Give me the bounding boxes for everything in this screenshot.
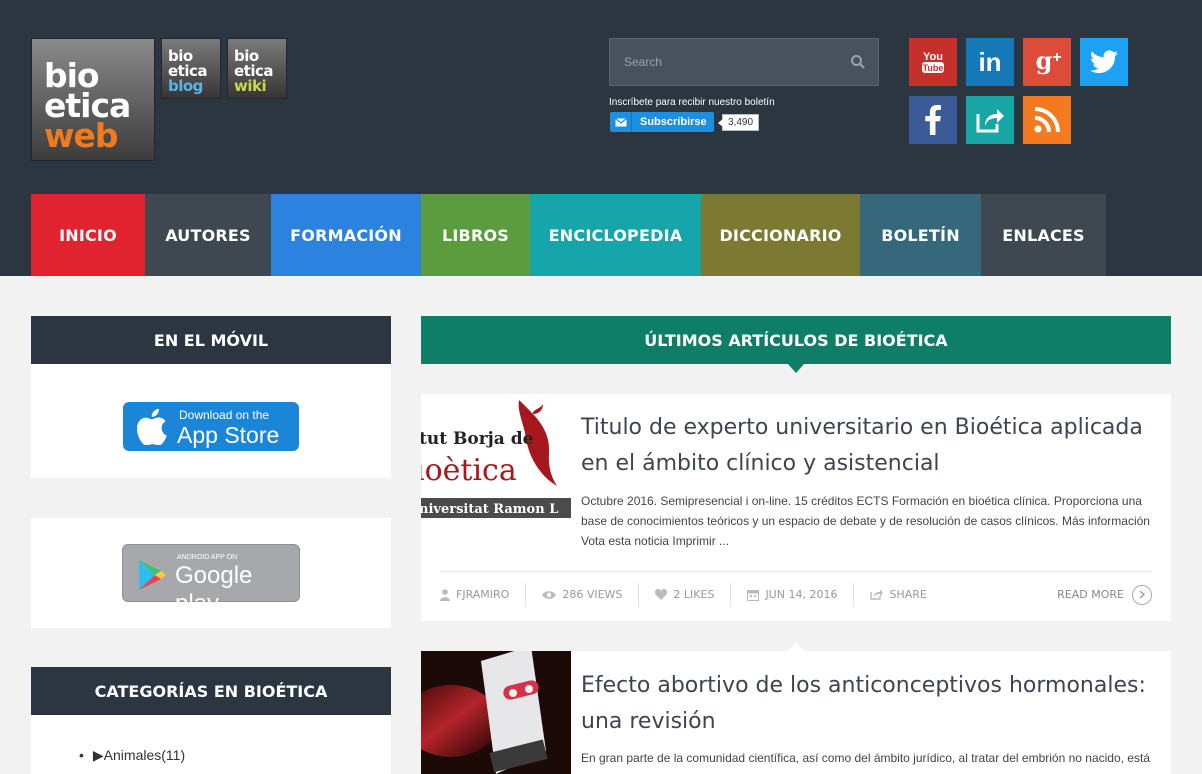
latest-articles-title: ÚLTIMOS ARTÍCULOS DE BIOÉTICA [421, 316, 1171, 373]
date-meta: JUN 14, 2016 [747, 582, 855, 607]
search-icon[interactable] [850, 54, 866, 70]
twitter-icon[interactable] [1080, 38, 1128, 86]
nav-item-inicio[interactable]: INICIO [31, 194, 145, 276]
svg-text:in: in [978, 47, 1001, 77]
categories-widget [31, 715, 391, 774]
views-meta: 286 VIEWS [542, 582, 640, 607]
article-title[interactable]: Efecto abortivo de los anticonceptivos h… [581, 668, 1156, 740]
subscribe-button[interactable]: Subscribirse [610, 112, 714, 132]
nav-item-autores[interactable]: AUTORES [145, 194, 271, 276]
linkedin-icon[interactable]: in [966, 38, 1014, 86]
author-meta[interactable]: FJRAMIRO [440, 582, 527, 607]
google-play-icon [139, 560, 166, 590]
article-thumbnail[interactable] [421, 651, 571, 774]
categories-widget-title: CATEGORÍAS EN BIOÉTICA [31, 667, 391, 724]
svg-text:+: + [1052, 49, 1061, 66]
svg-text:g: g [1036, 47, 1053, 75]
facebook-icon[interactable] [909, 96, 957, 144]
article-meta: FJRAMIRO 286 VIEWS 2 LIKES JUN 14, 2016 … [440, 571, 1152, 617]
nav-item-formacion[interactable]: FORMACIÓN [271, 194, 421, 276]
share-icon[interactable] [966, 96, 1014, 144]
article-title[interactable]: Titulo de experto universitario en Bioét… [581, 410, 1156, 482]
svg-text:niversitat Ramon L: niversitat Ramon L [421, 502, 558, 517]
nav-item-enciclopedia[interactable]: ENCICLOPEDIA [530, 194, 701, 276]
svg-text:Tube: Tube [923, 63, 944, 73]
chevron-right-icon [1132, 584, 1152, 605]
subscriber-count: 3,490 [717, 114, 760, 131]
bioeticablog-logo[interactable]: bio etica blog [161, 38, 221, 99]
youtube-icon[interactable]: You Tube [909, 38, 957, 86]
user-icon [440, 588, 450, 601]
bioeticawiki-logo[interactable]: bio etica wiki [227, 38, 287, 99]
main-nav: INICIO AUTORES FORMACIÓN LIBROS ENCICLOP… [31, 194, 1106, 276]
rss-icon[interactable] [1023, 96, 1071, 144]
google-plus-icon[interactable]: g + [1023, 38, 1071, 86]
nav-item-libros[interactable]: LIBROS [421, 194, 530, 276]
apple-icon [137, 409, 167, 445]
nav-item-diccionario[interactable]: DICCIONARIO [701, 194, 860, 276]
svg-text:You: You [923, 51, 943, 63]
svg-text:tut Borja de: tut Borja de [421, 429, 534, 449]
app-store-badge[interactable]: Download on the App Store [123, 402, 299, 451]
search-box [609, 38, 879, 86]
nav-item-boletin[interactable]: BOLETÍN [860, 194, 981, 276]
article-thumbnail[interactable]: tut Borja de ioètica niversitat Ramon L [421, 394, 571, 522]
google-play-badge[interactable]: ANDROID APP ON Google play [122, 544, 300, 617]
share-meta[interactable]: SHARE [870, 583, 942, 607]
bioeticaweb-logo[interactable]: bio etica web [31, 38, 155, 161]
mobile-widget-title: EN EL MÓVIL [31, 316, 391, 373]
read-more-link[interactable]: READ MORE [1057, 584, 1152, 605]
likes-meta[interactable]: 2 LIKES [655, 582, 732, 607]
search-input[interactable] [610, 39, 840, 85]
article-excerpt: En gran parte de la comunidad científica… [581, 751, 1150, 765]
category-list: ▶Animales(11) [79, 747, 185, 764]
subscribe-text: Inscríbete para recibir nuestro boletín [609, 97, 775, 108]
svg-text:ioètica: ioètica [421, 453, 517, 488]
article-card: tut Borja de ioètica niversitat Ramon L … [421, 394, 1171, 621]
eye-icon [542, 590, 557, 599]
article-excerpt: Octubre 2016. Semipresencial i on-line. … [581, 494, 1150, 548]
share-icon [870, 589, 884, 600]
article-card: Efecto abortivo de los anticonceptivos h… [421, 643, 1171, 774]
article-notch [788, 643, 804, 651]
calendar-icon [747, 589, 760, 601]
nav-item-enlaces[interactable]: ENLACES [981, 194, 1106, 276]
category-item[interactable]: ▶Animales(11) [79, 747, 185, 764]
heart-icon [655, 589, 668, 600]
mail-icon [610, 112, 632, 132]
